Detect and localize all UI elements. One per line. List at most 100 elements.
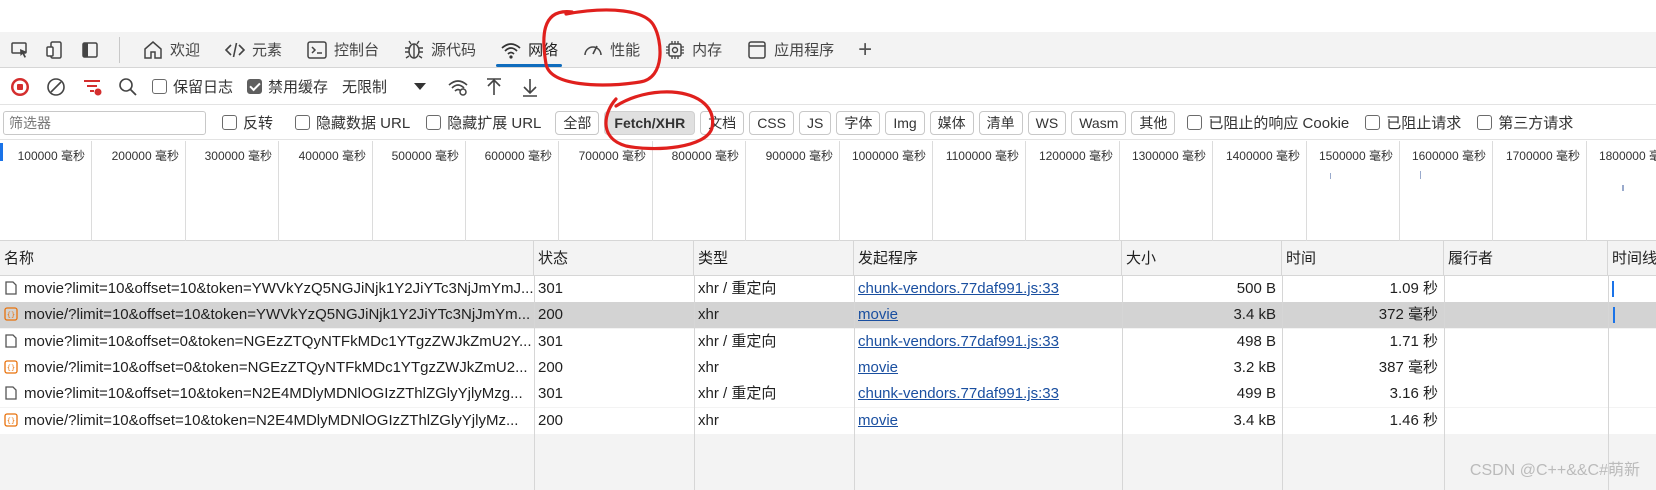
tab-performance[interactable]: 性能 bbox=[570, 32, 652, 68]
column-header-status[interactable]: 状态 bbox=[534, 241, 694, 276]
filter-type-media[interactable]: 媒体 bbox=[929, 110, 974, 135]
column-header-initiator[interactable]: 发起程序 bbox=[854, 241, 1122, 276]
hide-data-urls-checkbox[interactable]: 隐藏数据 URL bbox=[295, 112, 410, 133]
table-row[interactable]: {} movie/?limit=10&offset=0&token=NGEzZTQ… bbox=[0, 354, 1656, 381]
cell-initiator[interactable]: chunk-vendors.77daf991.js:33 bbox=[854, 381, 1122, 407]
tab-sources[interactable]: 源代码 bbox=[391, 32, 488, 68]
overview-tick-label: 1700000 毫秒 bbox=[1505, 149, 1580, 163]
tab-console[interactable]: 控制台 bbox=[294, 32, 391, 68]
filter-input[interactable]: 筛选器 bbox=[3, 110, 206, 135]
hide-ext-urls-label: 隐藏扩展 URL bbox=[447, 115, 542, 132]
initiator-link[interactable]: chunk-vendors.77daf991.js:33 bbox=[858, 385, 1059, 402]
cell-initiator[interactable]: movie bbox=[854, 408, 1122, 434]
checkbox-box[interactable] bbox=[295, 115, 311, 130]
table-row[interactable]: {} movie/?limit=10&offset=10&token=YWVkYz… bbox=[0, 302, 1656, 329]
checkbox-box[interactable] bbox=[152, 79, 167, 94]
checkbox-box[interactable] bbox=[426, 115, 442, 130]
cell-status: 301 bbox=[538, 385, 564, 403]
top-blank-area bbox=[0, 0, 1656, 32]
disable-cache-checkbox[interactable]: 禁用缓存 bbox=[247, 76, 328, 97]
filter-type-ws[interactable]: WS bbox=[1027, 110, 1067, 135]
cell-time: 1.71 秒 bbox=[1389, 332, 1438, 350]
import-har-button[interactable] bbox=[478, 71, 510, 103]
tab-welcome[interactable]: 欢迎 bbox=[130, 32, 212, 68]
chevron-down-icon bbox=[414, 83, 427, 90]
initiator-link[interactable]: movie bbox=[858, 359, 898, 376]
table-row[interactable]: movie?limit=10&offset=0&token=NGEzZTQyNT… bbox=[0, 328, 1656, 355]
overview-tick-label: 200000 毫秒 bbox=[111, 149, 179, 163]
column-header-size[interactable]: 大小 bbox=[1122, 241, 1282, 276]
network-conditions-button[interactable] bbox=[442, 71, 474, 103]
blocked-cookies-checkbox[interactable]: 已阻止的响应 Cookie bbox=[1187, 112, 1349, 133]
filter-toggle-button[interactable] bbox=[76, 71, 108, 103]
throttling-select[interactable]: 无限制 bbox=[336, 74, 432, 100]
filter-type-css[interactable]: CSS bbox=[749, 110, 794, 135]
network-overview-timeline[interactable]: 100000 毫秒 200000 毫秒 300000 毫秒 400000 毫秒 5000… bbox=[0, 141, 1656, 241]
column-header-type[interactable]: 类型 bbox=[694, 241, 854, 276]
third-party-checkbox[interactable]: 第三方请求 bbox=[1477, 112, 1573, 133]
filter-type-font[interactable]: 字体 bbox=[836, 110, 881, 135]
cell-type: xhr bbox=[698, 306, 719, 324]
table-row[interactable]: movie?limit=10&offset=10&token=YWVkYzQ5N… bbox=[0, 276, 1656, 302]
record-stop-icon bbox=[11, 77, 29, 96]
initiator-link[interactable]: chunk-vendors.77daf991.js:33 bbox=[858, 280, 1059, 297]
overview-gridline bbox=[1399, 141, 1400, 241]
cell-status: 200 bbox=[538, 411, 564, 429]
tab-network[interactable]: 网络 bbox=[488, 32, 570, 68]
filter-type-doc[interactable]: 文档 bbox=[700, 110, 745, 135]
filter-type-fetch-xhr[interactable]: Fetch/XHR bbox=[604, 110, 696, 135]
tab-memory[interactable]: 内存 bbox=[652, 32, 734, 68]
cell-initiator[interactable]: movie bbox=[854, 302, 1122, 328]
request-name: movie?limit=10&offset=10&token=N2E4MDlyM… bbox=[24, 385, 523, 403]
add-tab-button[interactable]: + bbox=[858, 36, 872, 64]
initiator-link[interactable]: movie bbox=[858, 306, 898, 323]
filter-type-manifest[interactable]: 清单 bbox=[978, 110, 1023, 135]
tab-elements[interactable]: 元素 bbox=[212, 32, 294, 68]
waterfall-bar bbox=[1613, 307, 1615, 324]
initiator-link[interactable]: chunk-vendors.77daf991.js:33 bbox=[858, 333, 1059, 350]
clear-button[interactable] bbox=[40, 71, 72, 103]
table-row[interactable]: movie?limit=10&offset=10&token=N2E4MDlyM… bbox=[0, 381, 1656, 408]
checkbox-box[interactable] bbox=[1187, 115, 1203, 130]
filter-type-other[interactable]: 其他 bbox=[1131, 110, 1176, 135]
checkbox-box-checked[interactable] bbox=[247, 79, 263, 94]
cell-initiator[interactable]: chunk-vendors.77daf991.js:33 bbox=[854, 276, 1122, 302]
export-har-button[interactable] bbox=[514, 71, 546, 103]
initiator-link[interactable]: movie bbox=[858, 412, 898, 429]
upload-icon bbox=[487, 77, 502, 95]
blocked-requests-checkbox[interactable]: 已阻止请求 bbox=[1365, 112, 1461, 133]
overview-gridline bbox=[278, 141, 279, 241]
cell-size: 3.4 kB bbox=[1233, 306, 1276, 324]
preserve-log-checkbox[interactable]: 保留日志 bbox=[152, 76, 233, 97]
tab-label: 内存 bbox=[692, 42, 723, 59]
overview-gridline bbox=[1492, 141, 1493, 241]
overview-gridline bbox=[932, 141, 933, 241]
column-header-time[interactable]: 时间 bbox=[1282, 241, 1444, 276]
dock-side-icon[interactable] bbox=[75, 35, 105, 65]
checkbox-box[interactable] bbox=[1365, 115, 1381, 130]
column-header-fulfilled-by[interactable]: 履行者 bbox=[1444, 241, 1608, 276]
table-row[interactable]: {} movie/?limit=10&offset=10&token=N2E4MD… bbox=[0, 407, 1656, 434]
device-emulation-icon[interactable] bbox=[40, 35, 70, 65]
filter-type-img[interactable]: Img bbox=[885, 110, 925, 135]
invert-checkbox[interactable]: 反转 bbox=[222, 112, 273, 133]
filter-type-wasm[interactable]: Wasm bbox=[1071, 110, 1127, 135]
column-header-waterfall[interactable]: 时间线 bbox=[1608, 241, 1656, 276]
checkbox-box[interactable] bbox=[222, 115, 237, 130]
cell-type: xhr / 重定向 bbox=[698, 280, 777, 297]
throttling-value: 无限制 bbox=[342, 79, 388, 96]
cell-initiator[interactable]: movie bbox=[854, 355, 1122, 381]
search-button[interactable] bbox=[112, 71, 144, 103]
tab-application[interactable]: 应用程序 bbox=[734, 32, 846, 68]
search-icon bbox=[119, 77, 137, 96]
devtools-tabstrip: 欢迎 元素 控制台 源代码 网络 性能 内存 应用程序 + bbox=[0, 32, 1656, 68]
filter-type-js[interactable]: JS bbox=[798, 110, 832, 135]
doc-icon bbox=[5, 281, 17, 295]
inspect-element-icon[interactable] bbox=[5, 35, 35, 65]
filter-type-all[interactable]: 全部 bbox=[555, 110, 600, 135]
record-button[interactable] bbox=[4, 71, 36, 103]
checkbox-box[interactable] bbox=[1477, 115, 1493, 130]
cell-initiator[interactable]: chunk-vendors.77daf991.js:33 bbox=[854, 329, 1122, 355]
hide-ext-urls-checkbox[interactable]: 隐藏扩展 URL bbox=[426, 112, 541, 133]
column-header-name[interactable]: 名称 bbox=[0, 241, 534, 276]
